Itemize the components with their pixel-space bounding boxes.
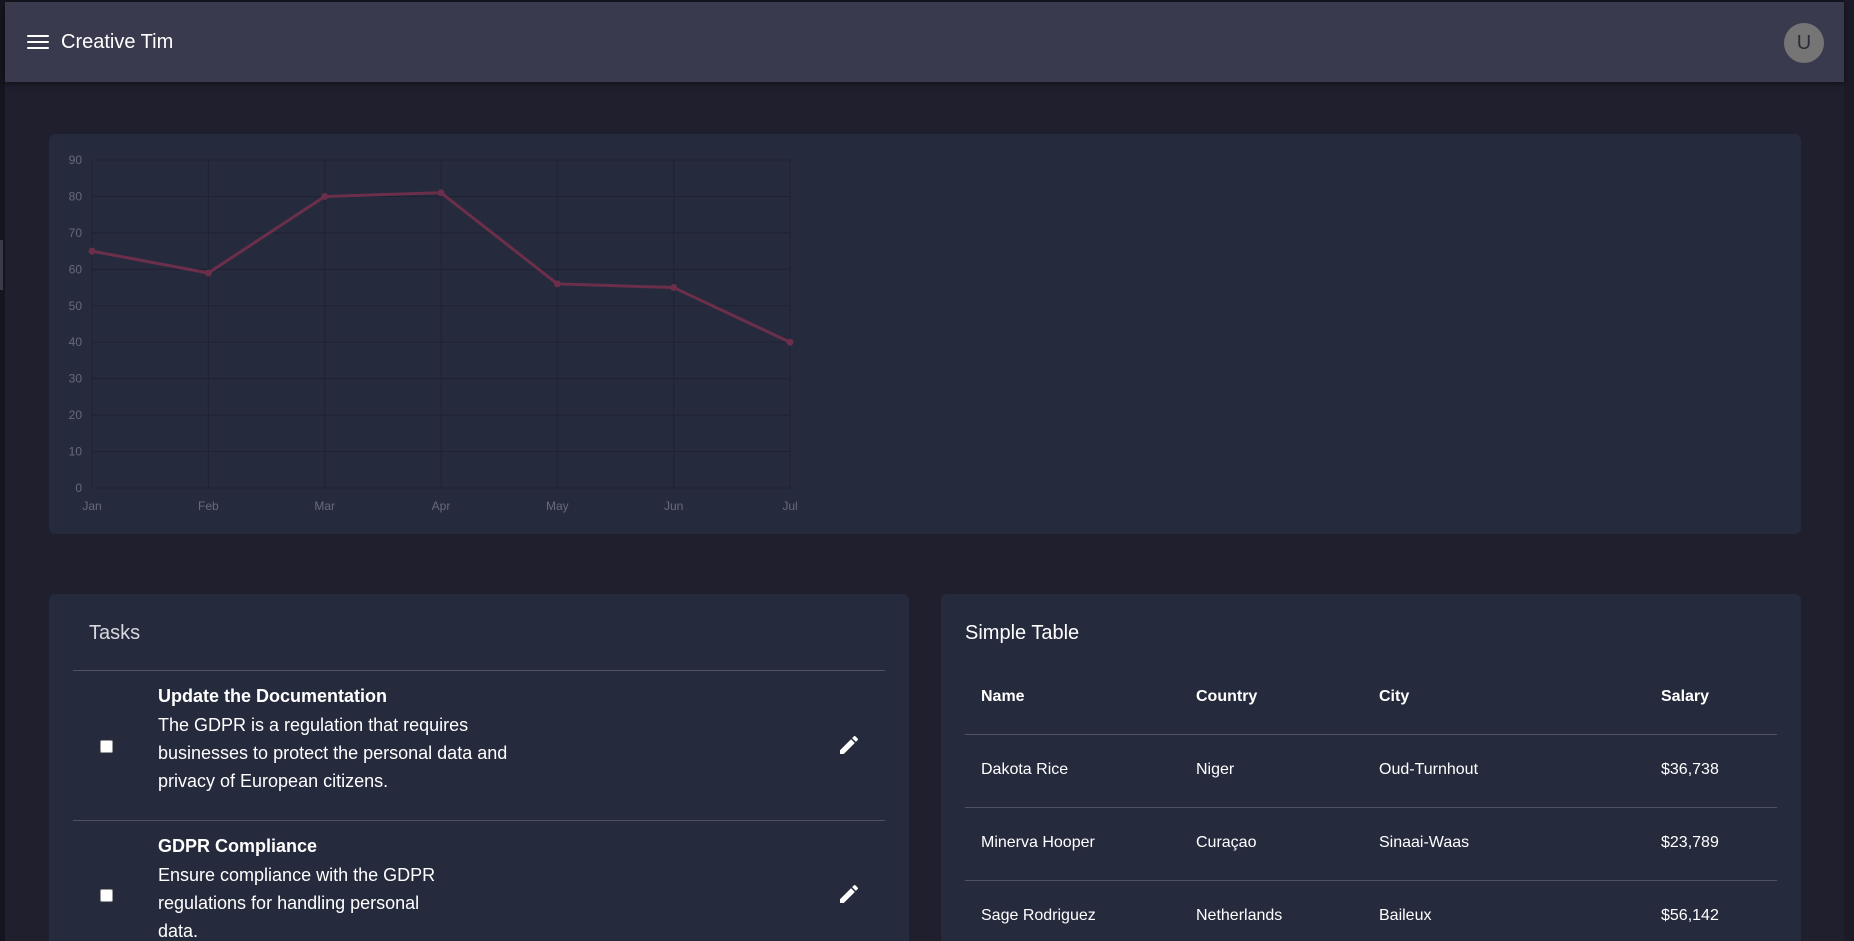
brand-title: Creative Tim	[61, 30, 174, 53]
y-tick-label: 10	[69, 445, 83, 459]
table-cell: $56,142	[1661, 907, 1719, 924]
data-point	[437, 189, 445, 197]
table-cell: Curaçao	[1196, 834, 1257, 851]
task-description: Ensure compliance with the GDPR regulati…	[158, 865, 436, 941]
task-item: Update the Documentation The GDPR is a r…	[73, 671, 885, 820]
y-tick-label: 0	[75, 481, 82, 495]
y-tick-label: 40	[69, 335, 83, 349]
x-tick-label: Mar	[314, 499, 335, 513]
drawer-handle[interactable]	[0, 240, 3, 290]
table-cell: Sage Rodriguez	[981, 907, 1096, 924]
data-point	[321, 192, 329, 200]
data-point	[670, 284, 678, 292]
x-tick-label: Jul	[782, 499, 797, 513]
task-description: The GDPR is a regulation that requires b…	[158, 715, 508, 791]
x-tick-label: Jan	[82, 499, 101, 513]
task-title: GDPR Compliance	[158, 836, 318, 856]
table-header-name: Name	[981, 688, 1025, 705]
task-checkbox[interactable]	[100, 740, 113, 753]
data-point	[786, 338, 794, 346]
task-title: Update the Documentation	[158, 686, 388, 706]
data-point	[204, 269, 212, 277]
x-tick-label: Feb	[198, 499, 219, 513]
chart-card: 0 10 20 30 40 50 60 70 80 90 Jan Feb Mar Apr May Jun Jul	[49, 134, 1801, 534]
x-tick-label: Jun	[664, 499, 683, 513]
avatar[interactable]: U	[1784, 23, 1824, 63]
data-point	[88, 247, 96, 255]
y-tick-label: 60	[69, 262, 83, 276]
x-tick-label: Apr	[432, 499, 451, 513]
y-tick-label: 90	[69, 153, 83, 167]
edit-icon[interactable]	[837, 882, 861, 906]
table-cell: Oud-Turnhout	[1379, 761, 1479, 778]
table-divider	[965, 807, 1777, 808]
tasks-card: Tasks Update the Documentation The GDPR …	[49, 594, 909, 941]
table-cell: Niger	[1196, 761, 1235, 778]
table-card: Simple Table Name Country City Salary Da…	[941, 594, 1801, 941]
line-chart: 0 10 20 30 40 50 60 70 80 90 Jan Feb Mar Apr May Jun Jul	[69, 153, 798, 513]
table-cell: $23,789	[1661, 834, 1719, 851]
window-right-edge	[1844, 0, 1854, 941]
y-tick-label: 50	[69, 299, 83, 313]
table-cell: Netherlands	[1196, 907, 1283, 924]
table-header-country: Country	[1196, 688, 1258, 705]
y-tick-label: 30	[69, 372, 83, 386]
table-divider	[965, 880, 1777, 881]
table-cell: $36,738	[1661, 761, 1719, 778]
table-header-city: City	[1379, 688, 1410, 705]
table-cell: Baileux	[1379, 907, 1432, 924]
table-cell: Dakota Rice	[981, 761, 1069, 778]
table-header-salary: Salary	[1661, 688, 1710, 705]
table-title: Simple Table	[965, 622, 1080, 644]
data-point	[553, 280, 561, 288]
table-cell: Minerva Hooper	[981, 834, 1095, 851]
x-tick-label: May	[546, 499, 569, 513]
table-cell: Sinaai-Waas	[1379, 834, 1470, 851]
y-tick-label: 80	[69, 189, 83, 203]
task-item: GDPR Compliance Ensure compliance with t…	[73, 821, 885, 941]
app-bar: Creative Tim U	[5, 2, 1844, 82]
y-tick-label: 20	[69, 408, 83, 422]
window-left-edge	[0, 0, 5, 941]
menu-icon[interactable]	[27, 33, 49, 51]
task-checkbox[interactable]	[100, 889, 113, 902]
table-divider	[965, 734, 1777, 735]
tasks-title: Tasks	[89, 622, 141, 644]
y-tick-label: 70	[69, 226, 83, 240]
edit-icon[interactable]	[837, 733, 861, 757]
